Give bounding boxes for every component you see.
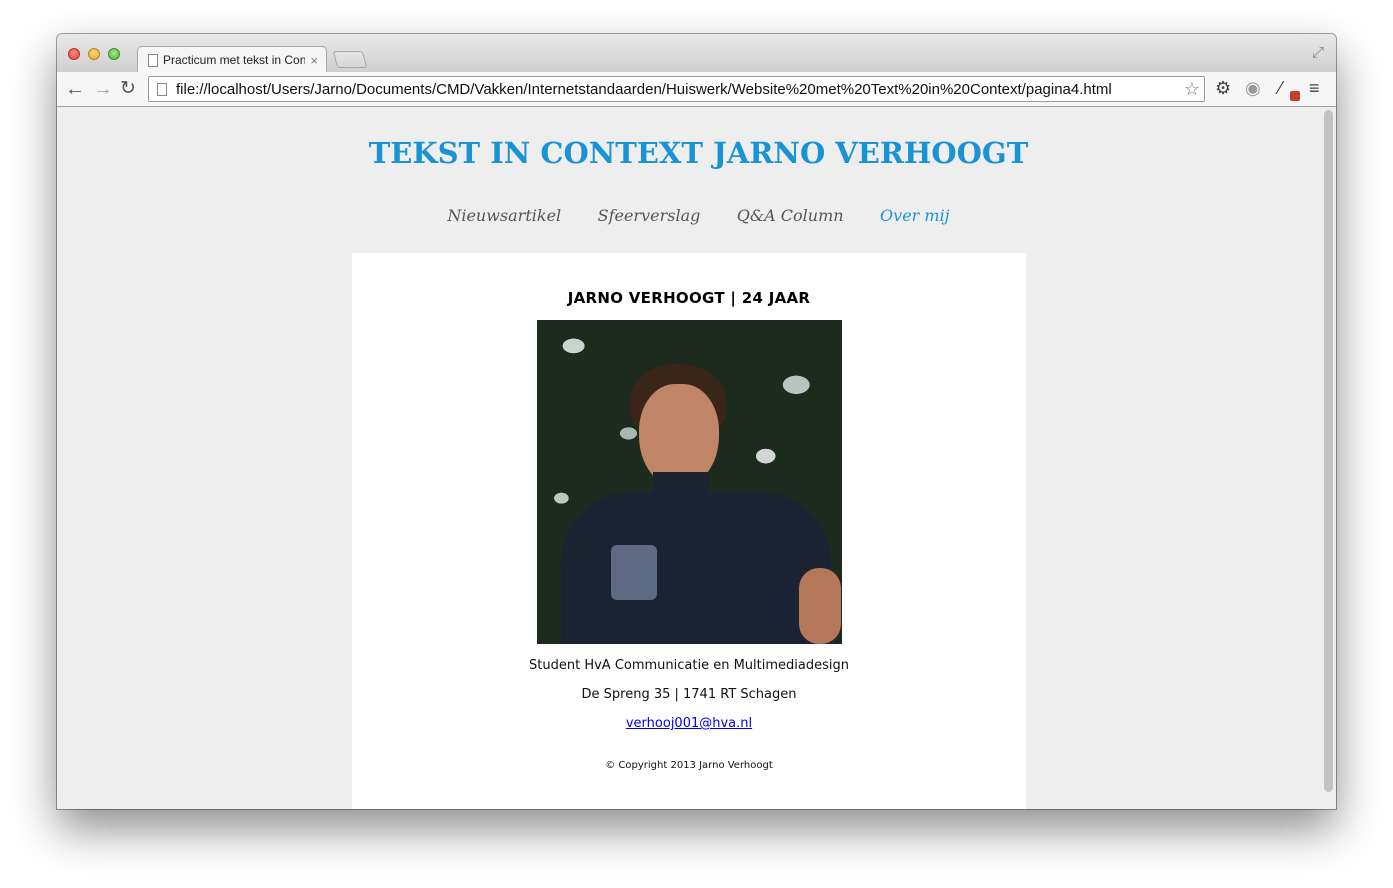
reload-icon[interactable]: ↻ [120, 77, 136, 101]
document-icon [148, 53, 158, 67]
photo-arm [798, 568, 841, 644]
new-tab-button[interactable] [332, 51, 368, 68]
address-bar[interactable]: file://localhost/Users/Jarno/Documents/C… [148, 76, 1205, 102]
vertical-scrollbar[interactable] [1324, 110, 1333, 792]
window-maximize-button[interactable] [108, 48, 120, 60]
tab-title: Practicum met tekst in Con [163, 53, 306, 67]
profile-photo [536, 320, 842, 644]
settings-gear-icon[interactable]: ⚙ [1215, 78, 1231, 99]
page-viewport: TEKST IN CONTEXT JARNO VERHOOGT Nieuwsar… [57, 108, 1336, 809]
extension-badge-icon [1290, 91, 1300, 101]
email-link[interactable]: verhooj001@hva.nl [626, 716, 752, 731]
photo-wetsuit [560, 492, 831, 644]
back-arrow-icon[interactable]: ← [65, 77, 85, 101]
eyedropper-icon[interactable]: ⁄ [1279, 78, 1282, 99]
extension-icon[interactable]: ◉ [1245, 78, 1261, 99]
nav-link-over-mij[interactable]: Over mij [880, 206, 950, 225]
page-icon [157, 82, 167, 96]
browser-toolbar: ← → ↻ file://localhost/Users/Jarno/Docum… [57, 72, 1336, 107]
main-navigation: Nieuwsartikel Sfeerverslag Q&A Column Ov… [57, 206, 1336, 226]
bookmark-star-icon[interactable]: ☆ [1184, 79, 1200, 100]
tab-close-icon[interactable]: × [310, 53, 318, 68]
browser-window: Practicum met tekst in Con × ⤢ ← → ↻ fil… [57, 34, 1336, 809]
forward-arrow-icon[interactable]: → [93, 77, 113, 101]
nav-link-sfeerverslag[interactable]: Sfeerverslag [598, 206, 701, 225]
url-text[interactable]: file://localhost/Users/Jarno/Documents/C… [176, 81, 1184, 98]
menu-icon[interactable]: ≡ [1309, 78, 1320, 99]
window-close-button[interactable] [68, 48, 80, 60]
browser-tab[interactable]: Practicum met tekst in Con × [137, 46, 327, 73]
nav-link-qa-column[interactable]: Q&A Column [737, 206, 844, 225]
profile-address: De Spreng 35 | 1741 RT Schagen [581, 687, 797, 702]
profile-heading: JARNO VERHOOGT | 24 JAAR [567, 289, 811, 307]
profile-study: Student HvA Communicatie en Multimediade… [529, 658, 849, 673]
site-title: TEKST IN CONTEXT JARNO VERHOOGT [368, 136, 1029, 170]
nav-link-nieuwsartikel[interactable]: Nieuwsartikel [447, 206, 561, 225]
copyright-notice: © Copyright 2013 Jarno Verhoogt [605, 760, 773, 771]
tab-strip: Practicum met tekst in Con × ⤢ [57, 34, 1336, 73]
photo-wetsuit-stripe [610, 545, 657, 600]
fullscreen-icon[interactable]: ⤢ [1312, 44, 1324, 61]
content-panel: JARNO VERHOOGT | 24 JAAR Student HvA Com… [352, 253, 1026, 809]
window-minimize-button[interactable] [88, 48, 100, 60]
